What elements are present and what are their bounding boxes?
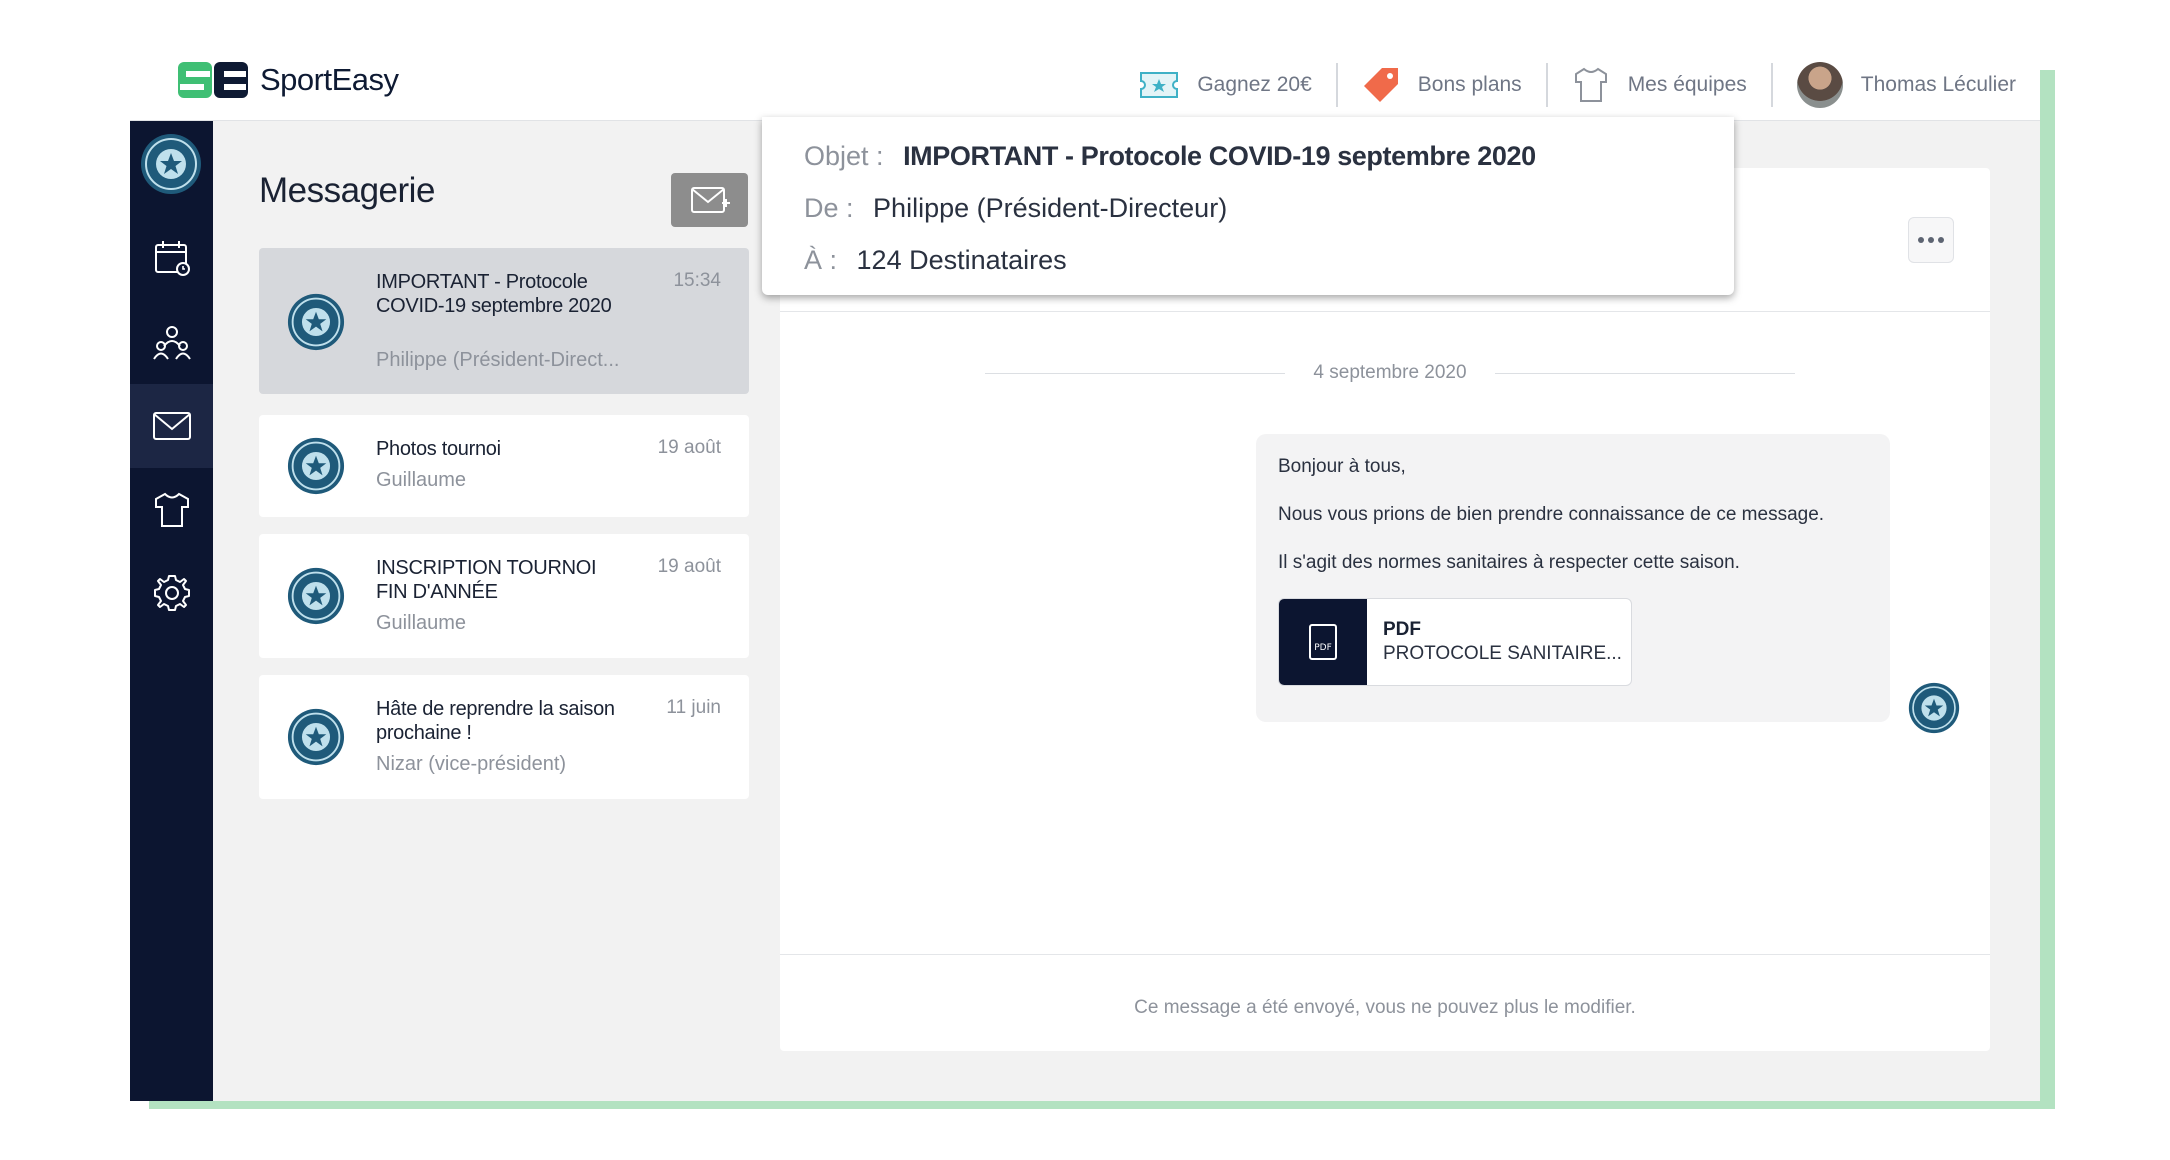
conversation-item[interactable]: Hâte de reprendre la saison prochaine ! …: [259, 675, 749, 799]
conversation-sender: Nizar (vice-président): [376, 753, 567, 775]
shirt-icon: [1574, 67, 1607, 102]
rail-item-settings[interactable]: [130, 551, 213, 635]
top-bar: SportEasy Gagnez 20€ Bons plans Mes équi…: [130, 50, 2040, 120]
date-separator: 4 septembre 2020: [985, 360, 1795, 386]
attachment-name: PROTOCOLE SANITAIRE...: [1383, 643, 1622, 664]
people-icon: [152, 326, 191, 360]
conversation-item[interactable]: IMPORTANT - Protocole COVID-19 septembre…: [259, 248, 749, 394]
side-rail: [130, 121, 213, 1101]
club-badge-icon: [287, 293, 345, 351]
tag-icon: [1363, 68, 1398, 102]
conversation-subject: Photos tournoi: [376, 438, 501, 460]
to-value: 124 Destinataires: [856, 245, 1067, 275]
subject-label: Objet :: [804, 141, 884, 171]
more-options-button[interactable]: [1908, 217, 1954, 263]
avatar: [1796, 62, 1843, 108]
attachment-type: PDF: [1383, 619, 1421, 640]
message-line: Nous vous prions de bien prendre connais…: [1278, 504, 1825, 525]
conversation-item[interactable]: Photos tournoi Guillaume 19 août: [259, 415, 749, 517]
conversation-subject: IMPORTANT - Protocole COVID-19 septembre…: [376, 271, 612, 317]
sporteasy-logo[interactable]: SportEasy: [178, 62, 399, 98]
referral-label: Gagnez 20€: [1197, 73, 1312, 96]
conversation-time: 19 août: [657, 437, 721, 458]
rail-item-shop[interactable]: [130, 468, 213, 552]
from-value: Philippe (Président-Directeur): [873, 193, 1228, 223]
calendar-icon: [154, 241, 190, 276]
mail-icon: [152, 412, 191, 440]
conversation-time: 11 juin: [666, 697, 721, 718]
divider: [780, 954, 1990, 955]
subject-value: IMPORTANT - Protocole COVID-19 septembre…: [903, 141, 1536, 171]
sender-avatar: [1908, 682, 1960, 734]
conversation-list-panel: Messagerie IMPORTANT - Protocole COVID-1…: [213, 121, 773, 1101]
pdf-attachment[interactable]: PDF PDF PROTOCOLE SANITAIRE...: [1278, 598, 1632, 686]
conversation-subject: Hâte de reprendre la saison prochaine !: [376, 698, 615, 744]
deals-link[interactable]: Bons plans: [1338, 63, 1546, 107]
user-menu[interactable]: Thomas Léculier: [1773, 62, 2040, 108]
referral-link[interactable]: Gagnez 20€: [1115, 63, 1335, 107]
deals-label: Bons plans: [1417, 73, 1522, 96]
dot: [1918, 237, 1924, 243]
conversation-sender: Philippe (Président-Direct...: [376, 349, 620, 371]
conversation-sender: Guillaume: [376, 469, 467, 491]
dot: [1938, 237, 1944, 243]
dot: [1928, 237, 1934, 243]
ticket-icon: [1140, 72, 1179, 98]
rail-item-members[interactable]: [130, 301, 213, 385]
brand-name: SportEasy: [260, 62, 399, 97]
from-row: De : Philippe (Président-Directeur): [804, 193, 1227, 224]
page-title: Messagerie: [259, 171, 435, 210]
divider: [780, 311, 1990, 312]
club-badge-icon: [287, 567, 345, 625]
club-badge-icon: [141, 134, 201, 194]
rail-item-calendar[interactable]: [130, 216, 213, 300]
compose-button[interactable]: [671, 173, 748, 227]
club-badge-icon: [287, 437, 345, 495]
teams-link[interactable]: Mes équipes: [1548, 63, 1771, 107]
teams-label: Mes équipes: [1627, 73, 1747, 96]
message-date: 4 septembre 2020: [1313, 362, 1467, 383]
new-message-icon: [690, 187, 730, 213]
user-name: Thomas Léculier: [1860, 73, 2016, 96]
logo-mark: [178, 62, 248, 98]
club-badge-icon: [287, 708, 345, 766]
pdf-icon-text: PDF: [1314, 643, 1332, 653]
top-nav: Gagnez 20€ Bons plans Mes équipes Thomas…: [1115, 50, 2040, 120]
to-row: À : 124 Destinataires: [804, 245, 1067, 276]
conversation-item[interactable]: INSCRIPTION TOURNOI FIN D'ANNÉE Guillaum…: [259, 534, 749, 658]
rail-item-messages[interactable]: [130, 384, 213, 468]
message-header-popup: Objet : IMPORTANT - Protocole COVID-19 s…: [762, 117, 1734, 295]
conversation-time: 15:34: [673, 270, 721, 291]
conversation-time: 19 août: [657, 556, 721, 577]
message-detail: 4 septembre 2020 Bonjour à tous, Nous vo…: [780, 168, 1990, 1051]
conversation-sender: Guillaume: [376, 612, 467, 634]
message-line: Il s'agit des normes sanitaires à respec…: [1278, 552, 1740, 573]
to-label: À :: [804, 245, 838, 275]
sent-notice: Ce message a été envoyé, vous ne pouvez …: [1134, 997, 1636, 1018]
subject-row: Objet : IMPORTANT - Protocole COVID-19 s…: [804, 141, 1536, 172]
conversation-subject: INSCRIPTION TOURNOI FIN D'ANNÉE: [376, 557, 597, 603]
shirt-icon: [154, 492, 189, 527]
message-line: Bonjour à tous,: [1278, 456, 1406, 477]
gear-icon: [153, 575, 190, 611]
from-label: De :: [804, 193, 854, 223]
message-bubble: Bonjour à tous, Nous vous prions de bien…: [1256, 434, 1890, 722]
pdf-file-icon: PDF: [1279, 599, 1367, 685]
team-logo[interactable]: [140, 133, 202, 200]
